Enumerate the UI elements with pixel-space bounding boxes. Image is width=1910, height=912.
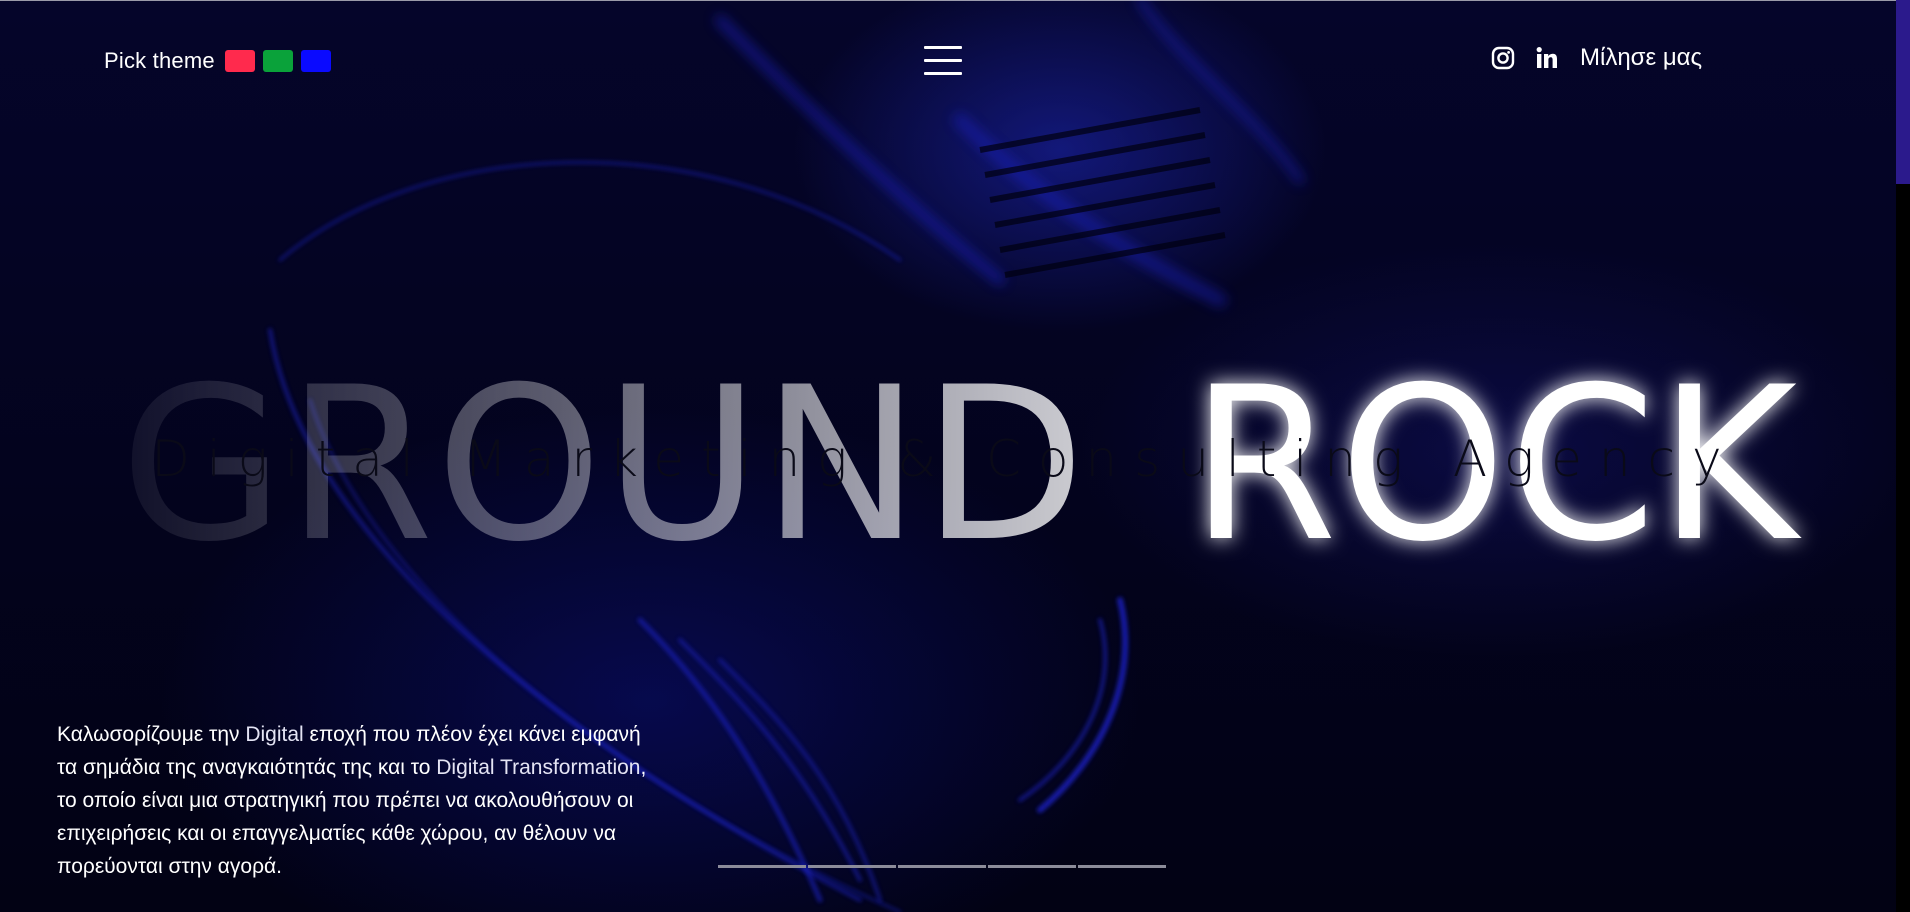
slider-pagination: [718, 865, 1166, 868]
intro-highlight: Digital: [245, 723, 304, 746]
linkedin-icon[interactable]: [1534, 45, 1560, 71]
hamburger-icon-line: [924, 72, 962, 75]
intro-highlight: Digital Transformation: [436, 756, 641, 779]
hamburger-icon: [924, 46, 962, 49]
contact-link[interactable]: Μίλησε μας: [1580, 44, 1702, 72]
theme-picker-label: Pick theme: [104, 48, 215, 73]
instagram-icon[interactable]: [1490, 45, 1516, 71]
theme-picker: Pick theme: [104, 48, 331, 74]
slider-dot[interactable]: [988, 865, 1076, 868]
theme-swatch-green[interactable]: [262, 50, 293, 72]
hamburger-icon-line: [924, 59, 962, 62]
slider-dot[interactable]: [1078, 865, 1166, 868]
scroll-track[interactable]: [1896, 0, 1910, 912]
slider-dot[interactable]: [898, 865, 986, 868]
scroll-thumb[interactable]: [1896, 0, 1910, 184]
theme-swatch-blue[interactable]: [300, 50, 331, 72]
intro-text: Καλωσορίζουμε την: [57, 723, 246, 746]
top-border: [0, 0, 1896, 1]
intro-paragraph: Καλωσορίζουμε την Digital εποχή που πλέο…: [57, 718, 647, 883]
theme-swatch-red[interactable]: [224, 50, 255, 72]
slider-dot[interactable]: [718, 865, 806, 868]
slider-dot[interactable]: [808, 865, 896, 868]
menu-button[interactable]: [924, 46, 962, 76]
hero-subtitle: Digital Marketing & Consulting Agency: [151, 430, 1739, 488]
social-nav: Μίλησε μας: [1490, 44, 1702, 72]
hero-section: Pick theme Μίλησε μας GROUND ROCK Digita…: [0, 0, 1910, 912]
